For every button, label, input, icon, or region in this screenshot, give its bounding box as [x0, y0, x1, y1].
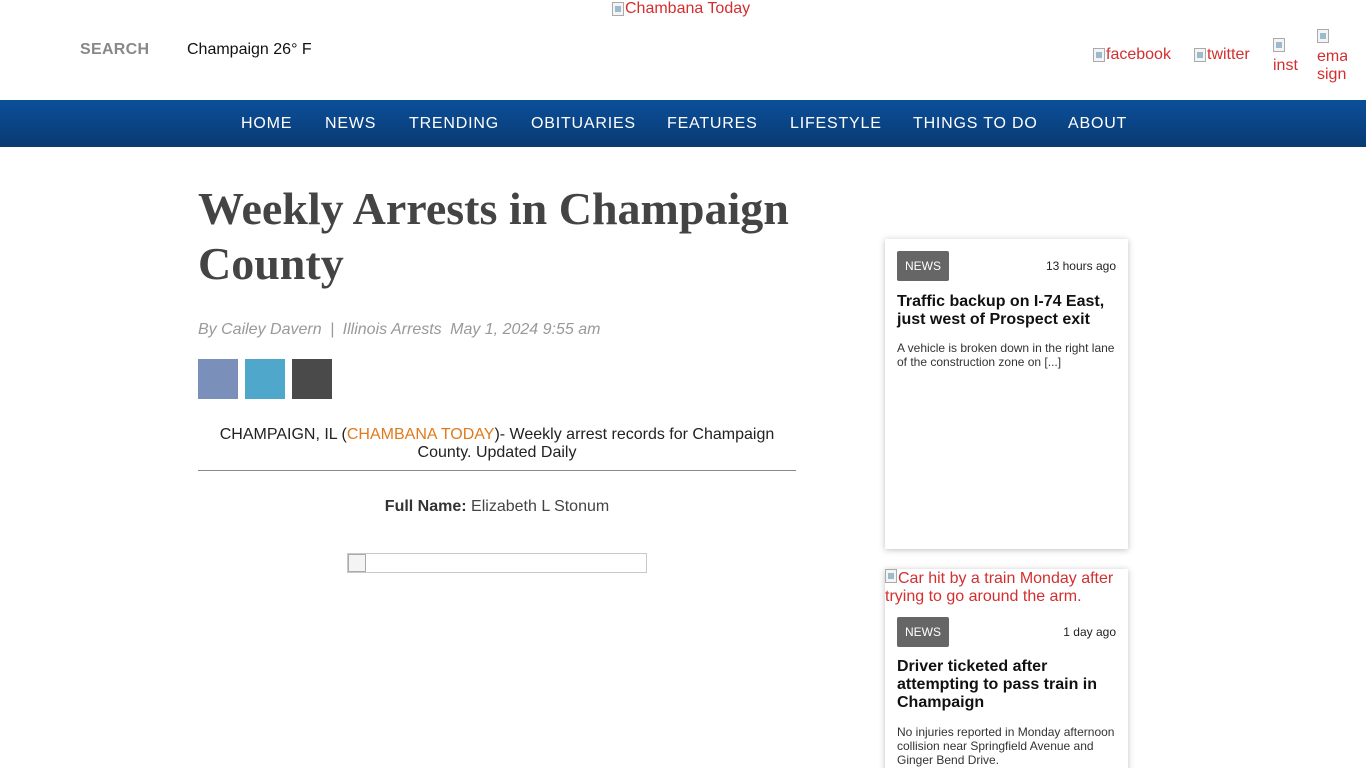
instagram-icon: [1273, 38, 1285, 52]
instagram-alt-text: inst: [1273, 57, 1298, 74]
article-byline: By Cailey Davern | Illinois Arrests May …: [198, 321, 604, 339]
email-alt-text-1: ema: [1317, 48, 1347, 65]
card-title[interactable]: Traffic backup on I-74 East, just west o…: [897, 293, 1119, 329]
nav-trending[interactable]: TRENDING: [409, 100, 499, 147]
search-button[interactable]: SEARCH: [80, 41, 149, 59]
nav-about[interactable]: ABOUT: [1068, 100, 1127, 147]
lead-prefix: CHAMPAIGN, IL (: [219, 426, 347, 443]
category-badge[interactable]: NEWS: [897, 617, 949, 647]
email-alt-text-2: sign: [1317, 66, 1347, 83]
twitter-icon: [1194, 48, 1206, 62]
facebook-alt-text: facebook: [1106, 46, 1171, 63]
nav-obituaries[interactable]: OBITUARIES: [531, 100, 636, 147]
mugshot-image: [347, 553, 647, 573]
full-name-row: Full Name: Elizabeth L Stonum: [198, 498, 796, 516]
site-logo[interactable]: Chambana Today: [612, 0, 750, 18]
nav-features[interactable]: FEATURES: [667, 100, 758, 147]
nav-lifestyle[interactable]: LIFESTYLE: [790, 100, 882, 147]
card-excerpt: No injuries reported in Monday afternoon…: [897, 725, 1115, 767]
news-card[interactable]: NEWS 13 hours ago Traffic backup on I-74…: [885, 239, 1128, 549]
facebook-icon: [1093, 48, 1105, 62]
site-logo-alt-text: Chambana Today: [625, 0, 751, 17]
main-nav: HOME NEWS TRENDING OBITUARIES FEATURES L…: [0, 100, 1366, 147]
category-link[interactable]: Illinois Arrests: [343, 321, 442, 338]
broken-image-icon: [885, 569, 897, 583]
email-icon: [1317, 29, 1329, 43]
article-title: Weekly Arrests in Champaign County: [198, 183, 789, 289]
share-facebook-button[interactable]: [198, 359, 238, 399]
facebook-link[interactable]: facebook: [1093, 46, 1171, 64]
publish-date: May 1, 2024 9:55 am: [450, 321, 601, 338]
instagram-link[interactable]: inst: [1273, 38, 1299, 74]
news-card[interactable]: Car hit by a train Monday after trying t…: [885, 569, 1128, 768]
nav-news[interactable]: NEWS: [325, 100, 376, 147]
card-timestamp: 13 hours ago: [1045, 259, 1116, 273]
card-image[interactable]: Car hit by a train Monday after trying t…: [885, 569, 1128, 606]
twitter-link[interactable]: twitter: [1194, 46, 1250, 64]
full-name-label: Full Name:: [384, 498, 467, 515]
divider: [198, 470, 796, 471]
article-lead: CHAMPAIGN, IL (CHAMBANA TODAY)- Weekly a…: [198, 426, 796, 462]
share-email-button[interactable]: [292, 359, 332, 399]
source-link[interactable]: CHAMBANA TODAY: [347, 426, 495, 443]
card-excerpt: A vehicle is broken down in the right la…: [897, 341, 1115, 369]
broken-image-icon: [612, 2, 624, 16]
author-link[interactable]: By Cailey Davern: [198, 321, 322, 338]
weather-widget: Champaign 26° F: [187, 41, 312, 58]
nav-things-to-do[interactable]: THINGS TO DO: [913, 100, 1038, 147]
twitter-alt-text: twitter: [1207, 46, 1250, 63]
share-twitter-button[interactable]: [245, 359, 285, 399]
byline-separator: |: [330, 321, 335, 338]
card-timestamp: 1 day ago: [1063, 625, 1116, 639]
card-title[interactable]: Driver ticketed after attempting to pass…: [897, 658, 1119, 712]
nav-home[interactable]: HOME: [241, 100, 292, 147]
full-name-value: Elizabeth L Stonum: [471, 498, 610, 515]
card-image-alt-text: Car hit by a train Monday after trying t…: [885, 570, 1114, 605]
category-badge[interactable]: NEWS: [897, 251, 949, 281]
email-signup-link[interactable]: ema sign: [1317, 29, 1347, 85]
